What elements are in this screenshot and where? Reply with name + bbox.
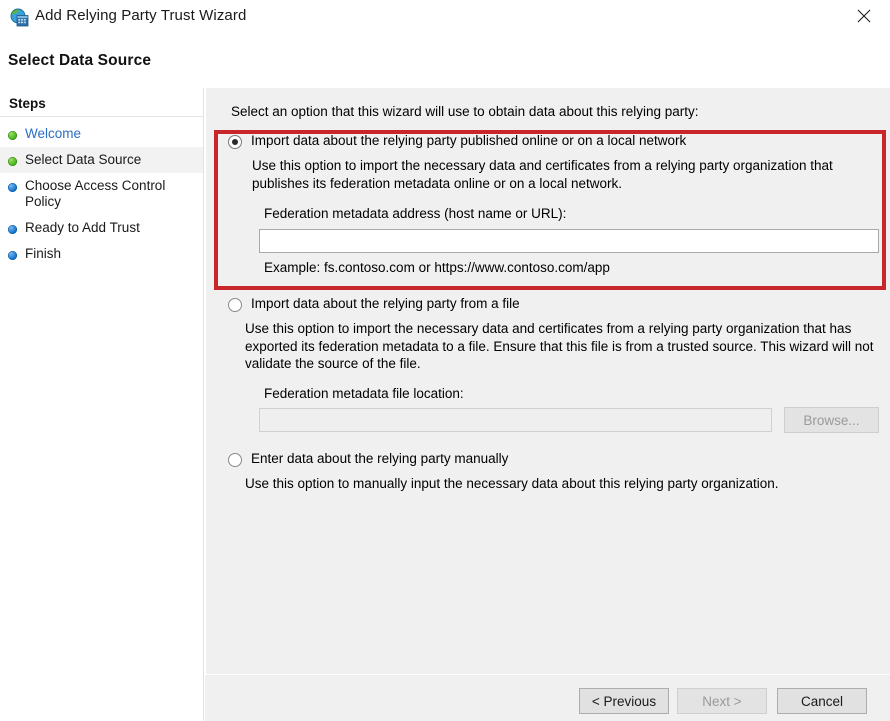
option-manual-label[interactable]: Enter data about the relying party manua… xyxy=(251,451,508,466)
steps-sidebar: Steps Welcome Select Data Source Choose … xyxy=(0,88,204,721)
federation-metadata-file-label: Federation metadata file location: xyxy=(264,386,464,401)
sidebar-item-label: Ready to Add Trust xyxy=(25,220,140,235)
wizard-window: Add Relying Party Trust Wizard Select Da… xyxy=(0,0,890,721)
previous-button[interactable]: < Previous xyxy=(579,688,669,714)
sidebar-item-label: Select Data Source xyxy=(25,152,142,167)
sidebar-item-ready-to-add-trust[interactable]: Ready to Add Trust xyxy=(0,215,203,241)
federation-metadata-address-input[interactable] xyxy=(259,229,879,253)
close-icon xyxy=(857,9,871,23)
option-import-online-label[interactable]: Import data about the relying party publ… xyxy=(251,133,686,148)
federation-metadata-file-input[interactable] xyxy=(259,408,772,432)
step-status-bullet-icon xyxy=(8,131,17,140)
federation-metadata-address-label: Federation metadata address (host name o… xyxy=(264,206,567,221)
sidebar-item-choose-access-control-policy[interactable]: Choose Access Control Policy xyxy=(0,173,203,215)
sidebar-item-finish[interactable]: Finish xyxy=(0,241,203,267)
radio-import-file[interactable] xyxy=(228,298,242,312)
cancel-button[interactable]: Cancel xyxy=(777,688,867,714)
sidebar-item-label: Choose Access Control Policy xyxy=(25,178,166,209)
sidebar-item-welcome[interactable]: Welcome xyxy=(0,121,203,147)
option-import-online: Import data about the relying party publ… xyxy=(206,88,890,298)
wizard-footer: < Previous Next > Cancel xyxy=(205,674,890,721)
close-button[interactable] xyxy=(842,0,886,32)
option-import-file-description: Use this option to import the necessary … xyxy=(245,321,874,371)
option-manual-description: Use this option to manually input the ne… xyxy=(245,476,779,491)
radio-import-online[interactable] xyxy=(228,135,242,149)
option-import-file-label[interactable]: Import data about the relying party from… xyxy=(251,296,520,311)
step-status-bullet-icon xyxy=(8,157,17,166)
steps-divider xyxy=(0,116,203,117)
content-pane: Select an option that this wizard will u… xyxy=(205,88,890,674)
radio-manual[interactable] xyxy=(228,453,242,467)
sidebar-item-select-data-source[interactable]: Select Data Source xyxy=(0,147,203,173)
option-import-file: Import data about the relying party from… xyxy=(206,288,890,433)
next-button[interactable]: Next > xyxy=(677,688,767,714)
step-status-bullet-icon xyxy=(8,183,17,192)
option-import-online-description: Use this option to import the necessary … xyxy=(252,158,833,191)
sidebar-item-label: Welcome xyxy=(25,126,82,141)
browse-button[interactable]: Browse... xyxy=(784,407,879,433)
step-status-bullet-icon xyxy=(8,225,17,234)
steps-list: Welcome Select Data Source Choose Access… xyxy=(0,121,203,267)
sidebar-item-label: Finish xyxy=(25,246,62,261)
title-bar: Add Relying Party Trust Wizard xyxy=(0,0,890,36)
page-title: Select Data Source xyxy=(8,52,152,69)
window-title: Add Relying Party Trust Wizard xyxy=(35,7,247,24)
adfs-globe-server-icon xyxy=(10,8,29,27)
federation-metadata-address-example: Example: fs.contoso.com or https://www.c… xyxy=(264,260,610,275)
steps-heading: Steps xyxy=(9,96,46,111)
option-manual: Enter data about the relying party manua… xyxy=(206,443,890,503)
step-status-bullet-icon xyxy=(8,251,17,260)
